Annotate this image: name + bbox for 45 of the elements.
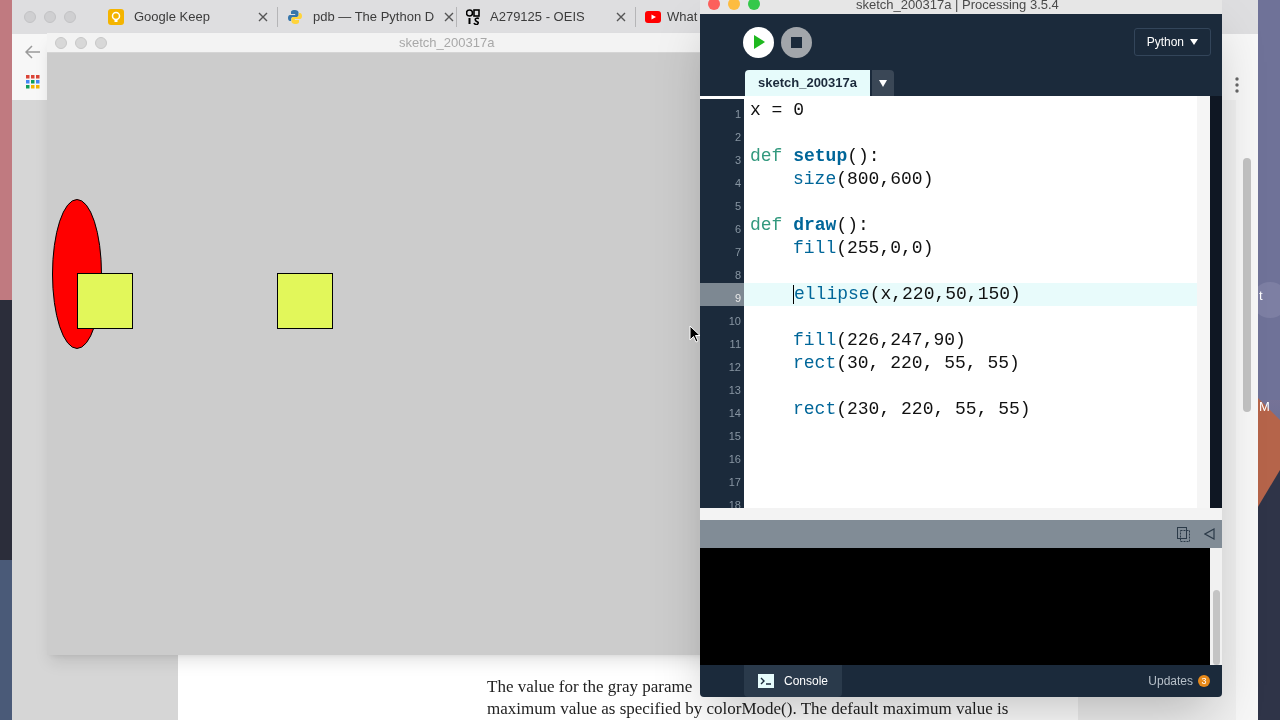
code-line: fill(255,0,0) [793, 237, 934, 260]
code-line: x = 0 [750, 99, 804, 122]
tab-title: What [667, 8, 699, 27]
line-number: 13 [700, 375, 744, 398]
code-line: def draw(): [750, 214, 869, 237]
code-line: def setup(): [750, 145, 880, 168]
tab-title: A279125 - OEIS [490, 8, 586, 27]
browser-tab[interactable]: A279125 - OEIS [458, 2, 634, 32]
line-number: 14 [700, 398, 744, 421]
line-number: 16 [700, 444, 744, 467]
line-number: 3 [700, 145, 744, 168]
browser-tab[interactable]: Google Keep [100, 2, 276, 32]
updates-label[interactable]: Updates [1148, 672, 1193, 690]
line-number: 8 [700, 260, 744, 283]
browser-tab[interactable]: pdb — The Python D [279, 2, 455, 32]
line-number: 1 [700, 99, 744, 122]
code-line: size(800,600) [793, 168, 934, 191]
mode-dropdown[interactable]: Python [1133, 28, 1211, 56]
line-number: 7 [700, 237, 744, 260]
line-number: 6 [700, 214, 744, 237]
code-line: rect(230, 220, 55, 55) [793, 398, 1031, 421]
updates-count-badge: 3 [1198, 675, 1210, 687]
browser-tab[interactable]: What [637, 2, 700, 32]
line-number: 15 [700, 421, 744, 444]
editor-tab[interactable]: sketch_200317a [745, 70, 870, 96]
desktop-label: M [1259, 400, 1270, 414]
line-number: 5 [700, 191, 744, 214]
line-number: 9 [700, 283, 744, 306]
line-number: 4 [700, 168, 744, 191]
line-number: 10 [700, 306, 744, 329]
line-number: 11 [700, 329, 744, 352]
line-number: 17 [700, 467, 744, 490]
document-text: maximum value as specified by colorMode(). The default maximum value is [487, 698, 1009, 720]
window-title: sketch_200317a [399, 33, 495, 52]
tab-title: Google Keep [134, 8, 211, 27]
desktop-label: t [1259, 289, 1263, 303]
code-line: rect(30, 220, 55, 55) [793, 352, 1020, 375]
code-line: fill(226,247,90) [793, 329, 966, 352]
tab-title: pdb — The Python D [313, 8, 435, 27]
document-text: The value for the gray parame [487, 676, 693, 698]
console-tab[interactable]: Console [744, 665, 843, 697]
code-line: ellipse(x,220,50,150) [794, 283, 1021, 306]
line-number: 12 [700, 352, 744, 375]
line-number: 2 [700, 122, 744, 145]
window-title: sketch_200317a | Processing 3.5.4 [856, 0, 1059, 13]
